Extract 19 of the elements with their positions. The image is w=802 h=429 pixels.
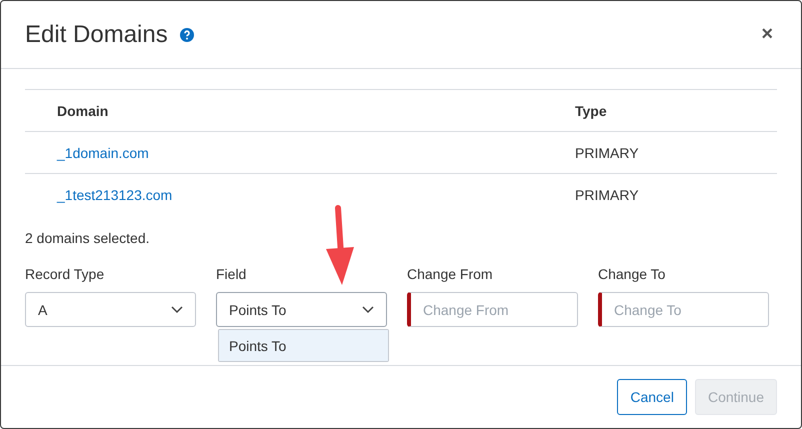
field-label: Field xyxy=(216,266,248,282)
close-button[interactable]: × xyxy=(757,23,777,46)
input-field[interactable]: Change From xyxy=(407,292,578,327)
select-field[interactable]: Points To xyxy=(216,292,387,327)
table-cell-text: PRIMARY xyxy=(575,187,640,203)
table-cell-text: PRIMARY xyxy=(575,144,640,160)
column-header: Domain xyxy=(57,102,110,118)
dialog-title: Edit Domains xyxy=(25,20,168,48)
field-label: Record Type xyxy=(25,266,106,282)
input-field[interactable]: Change To xyxy=(598,292,769,327)
select-field[interactable]: A xyxy=(25,292,196,327)
field-label: Change From xyxy=(407,266,494,282)
cancel-button[interactable]: Cancel xyxy=(617,379,687,415)
domain-link[interactable]: _1test213123.com xyxy=(57,187,575,203)
selection-note: 2 domains selected. xyxy=(25,230,151,246)
domain-link[interactable]: _1domain.com xyxy=(57,144,575,160)
dropdown-option[interactable]: Points To xyxy=(219,330,388,361)
field-label: Change To xyxy=(598,266,666,282)
column-header: Type xyxy=(575,102,608,118)
